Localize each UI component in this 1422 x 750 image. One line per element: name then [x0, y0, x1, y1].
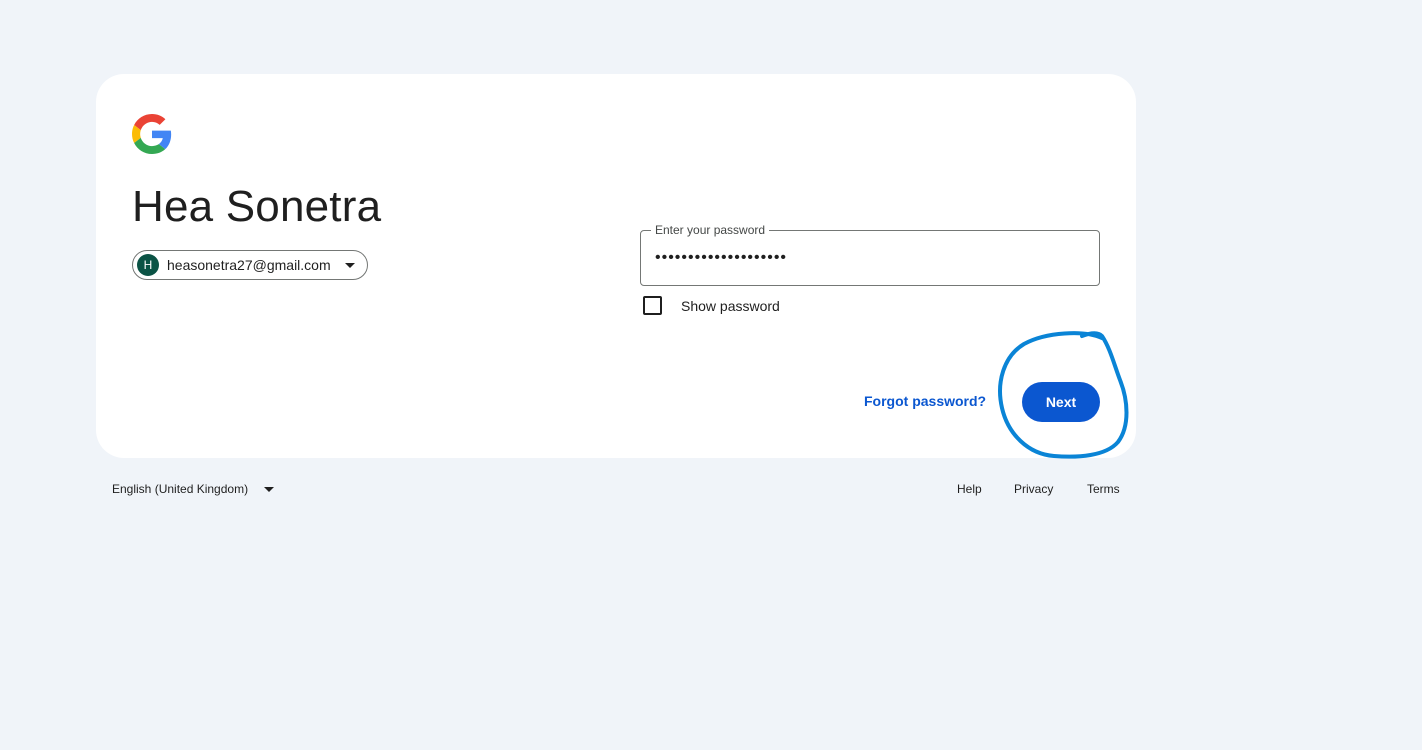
- next-button[interactable]: Next: [1022, 382, 1100, 422]
- account-email: heasonetra27@gmail.com: [167, 257, 331, 273]
- language-selector[interactable]: English (United Kingdom): [112, 482, 275, 496]
- password-input[interactable]: [655, 245, 1085, 271]
- sign-in-page: Hea Sonetra H heasonetra27@gmail.com Ent…: [0, 0, 1422, 750]
- help-link[interactable]: Help: [957, 482, 982, 496]
- privacy-link[interactable]: Privacy: [1014, 482, 1053, 496]
- avatar: H: [137, 254, 159, 276]
- account-chooser-chip[interactable]: H heasonetra27@gmail.com: [132, 250, 368, 280]
- show-password-option[interactable]: Show password: [643, 296, 780, 315]
- password-field[interactable]: Enter your password: [640, 223, 1100, 286]
- show-password-checkbox[interactable]: [643, 296, 662, 315]
- google-logo-icon: [132, 114, 172, 154]
- chevron-down-icon: [264, 486, 275, 492]
- sign-in-card: Hea Sonetra H heasonetra27@gmail.com Ent…: [96, 74, 1136, 458]
- language-label: English (United Kingdom): [112, 482, 249, 496]
- account-name-heading: Hea Sonetra: [132, 182, 382, 231]
- chevron-down-icon: [344, 262, 355, 268]
- terms-link[interactable]: Terms: [1087, 482, 1120, 496]
- forgot-password-link[interactable]: Forgot password?: [864, 393, 986, 409]
- password-field-label: Enter your password: [651, 223, 770, 237]
- show-password-label: Show password: [681, 297, 780, 314]
